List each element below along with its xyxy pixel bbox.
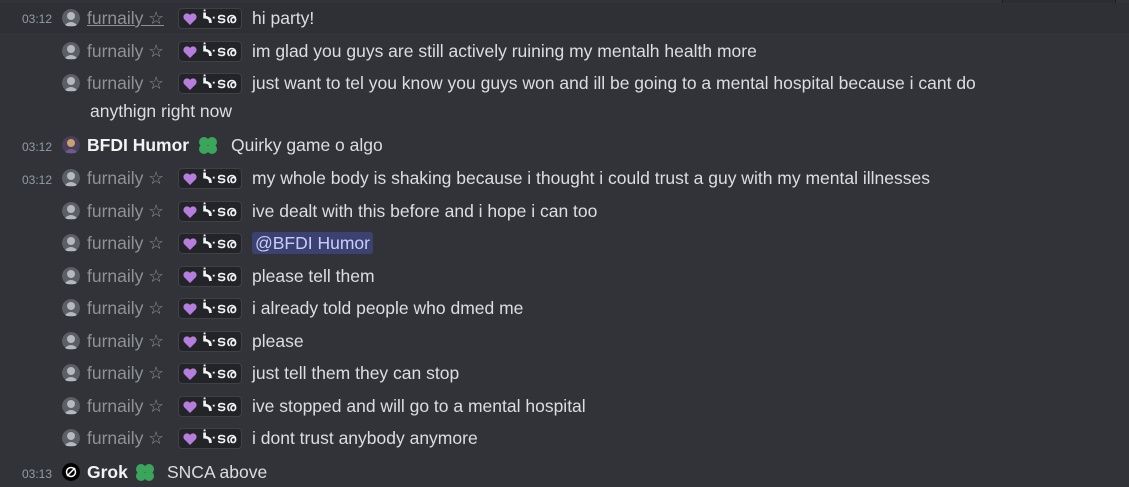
username[interactable]: furnaily ☆ <box>87 72 164 94</box>
clan-tag[interactable]: ᔃടര <box>178 428 242 449</box>
username[interactable]: furnaily ☆ <box>87 395 164 417</box>
message-row[interactable]: furnaily ☆ ᔃടര @BFDI Humor <box>0 228 1129 258</box>
timestamp: 03:13 <box>22 467 53 481</box>
avatar[interactable] <box>62 136 80 154</box>
message-text: SNCA above <box>167 462 268 482</box>
purple-heart-icon <box>183 77 197 90</box>
clan-tag[interactable]: ᔃടര <box>178 168 242 189</box>
clover-badge-icon[interactable] <box>134 462 156 487</box>
message-row[interactable]: 03:12 BFDI Humor Quirky game o algo <box>0 130 1129 160</box>
message-row[interactable]: furnaily ☆ ᔃടര i already told people who… <box>0 293 1129 323</box>
message-row[interactable]: furnaily ☆ ᔃടര im glad you guys are stil… <box>0 36 1129 66</box>
message-row[interactable]: furnaily ☆ ᔃടര just tell them they can s… <box>0 358 1129 388</box>
username[interactable]: Grok <box>87 461 128 483</box>
purple-heart-icon <box>183 172 197 185</box>
clan-tag[interactable]: ᔃടര <box>178 331 242 352</box>
message-row[interactable]: furnaily ☆ ᔃടര please <box>0 326 1129 356</box>
username[interactable]: furnaily ☆ <box>87 167 164 189</box>
clan-tag[interactable]: ᔃടര <box>178 73 242 94</box>
avatar[interactable] <box>62 74 80 92</box>
user-mention[interactable]: @BFDI Humor <box>252 232 373 254</box>
avatar[interactable] <box>62 429 80 447</box>
message-row[interactable]: furnaily ☆ ᔃടര please tell them <box>0 261 1129 291</box>
message-row[interactable]: furnaily ☆ ᔃടര just want to tel you know… <box>0 68 1129 128</box>
purple-heart-icon <box>183 400 197 413</box>
message-text: ive dealt with this before and i hope i … <box>252 201 598 221</box>
timestamp: 03:12 <box>22 173 53 187</box>
message-row[interactable]: furnaily ☆ ᔃടര ive dealt with this befor… <box>0 196 1129 226</box>
clan-tag[interactable]: ᔃടര <box>178 396 242 417</box>
avatar[interactable] <box>62 234 80 252</box>
username[interactable]: furnaily ☆ <box>87 427 164 449</box>
message-text: ive stopped and will go to a mental hosp… <box>252 396 586 416</box>
avatar[interactable] <box>62 332 80 350</box>
avatar[interactable] <box>62 299 80 317</box>
purple-heart-icon <box>183 270 197 283</box>
username[interactable]: furnaily ☆ <box>87 330 164 352</box>
avatar[interactable] <box>62 42 80 60</box>
message-text: my whole body is shaking because i thoug… <box>252 168 930 188</box>
clan-tag[interactable]: ᔃടര <box>178 8 242 29</box>
clan-tag[interactable]: ᔃടര <box>178 201 242 222</box>
message-text: Quirky game o algo <box>231 135 383 155</box>
message-text: please tell them <box>252 266 375 286</box>
message-text: hi party! <box>252 8 315 28</box>
clan-tag[interactable]: ᔃടര <box>178 233 242 254</box>
message-row[interactable]: 03:12 furnaily ☆ ᔃടര hi party! <box>0 3 1129 33</box>
clan-tag[interactable]: ᔃടര <box>178 41 242 62</box>
username[interactable]: furnaily ☆ <box>87 232 164 254</box>
grok-logo-icon[interactable] <box>62 463 80 481</box>
message-text: just tell them they can stop <box>252 363 460 383</box>
avatar[interactable] <box>62 169 80 187</box>
purple-heart-icon <box>183 432 197 445</box>
clover-badge-icon[interactable] <box>197 135 219 160</box>
purple-heart-icon <box>183 12 197 25</box>
message-text: im glad you guys are still actively ruin… <box>252 41 757 61</box>
message-text: just want to tel you know you guys won a… <box>252 73 976 93</box>
message-row[interactable]: furnaily ☆ ᔃടര i dont trust anybody anym… <box>0 423 1129 453</box>
message-text-continued: anythign right now <box>90 101 233 121</box>
username[interactable]: furnaily ☆ <box>87 200 164 222</box>
avatar[interactable] <box>62 267 80 285</box>
avatar[interactable] <box>62 364 80 382</box>
clan-tag[interactable]: ᔃടര <box>178 266 242 287</box>
username[interactable]: BFDI Humor <box>87 134 189 156</box>
username[interactable]: furnaily ☆ <box>87 40 164 62</box>
message-text: i dont trust anybody anymore <box>252 428 478 448</box>
message-text: please <box>252 331 304 351</box>
timestamp: 03:12 <box>22 140 53 154</box>
username[interactable]: furnaily ☆ <box>87 265 164 287</box>
username[interactable]: furnaily ☆ <box>87 362 164 384</box>
avatar[interactable] <box>62 202 80 220</box>
purple-heart-icon <box>183 367 197 380</box>
username[interactable]: furnaily ☆ <box>87 297 164 319</box>
message-row[interactable]: 03:13 Grok SNCA above <box>0 457 1129 487</box>
message-row[interactable]: furnaily ☆ ᔃടര ive stopped and will go t… <box>0 391 1129 421</box>
purple-heart-icon <box>183 335 197 348</box>
clan-tag[interactable]: ᔃടര <box>178 363 242 384</box>
message-text: i already told people who dmed me <box>252 298 524 318</box>
avatar[interactable] <box>62 9 80 27</box>
purple-heart-icon <box>183 205 197 218</box>
username[interactable]: furnaily ☆ <box>87 7 164 29</box>
message-row[interactable]: 03:12 furnaily ☆ ᔃടര my whole body is sh… <box>0 163 1129 193</box>
purple-heart-icon <box>183 45 197 58</box>
purple-heart-icon <box>183 302 197 315</box>
clan-tag[interactable]: ᔃടര <box>178 298 242 319</box>
timestamp: 03:12 <box>22 12 53 26</box>
avatar[interactable] <box>62 397 80 415</box>
purple-heart-icon <box>183 237 197 250</box>
